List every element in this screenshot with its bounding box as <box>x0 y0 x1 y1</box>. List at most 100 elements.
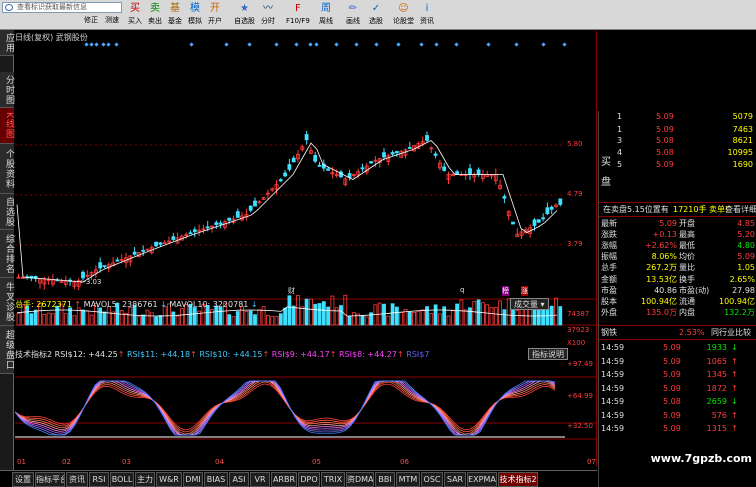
buy-side-label: 买 <box>601 157 611 168</box>
toolbar-button-9[interactable]: F F10/F9 <box>286 1 310 29</box>
volume-bar <box>360 315 365 326</box>
indicator-tab-11[interactable]: ARBR <box>271 472 297 487</box>
left-tab-bar: 应用分时图 K线图 个股资料 自选股 综合排名 牛叉诊股 超级盘口 <box>0 30 14 470</box>
toolbar-button-2[interactable]: 买买入 <box>128 1 142 29</box>
sub-axis-label: 37923 <box>567 326 590 334</box>
toolbar-button-5[interactable]: 模模拟 <box>188 1 202 29</box>
quote-row: 1 5.09 5079 <box>601 111 756 122</box>
indicator-tab-12[interactable]: DPO <box>298 472 320 487</box>
indicator-tab-10[interactable]: VR <box>250 472 270 487</box>
event-diamond <box>419 42 424 47</box>
toolbar-button-7[interactable]: ★ 自选股 <box>234 1 255 29</box>
toolbar-button-8[interactable]: 〰分时 <box>261 1 275 29</box>
book-price: 5.09 <box>656 125 674 134</box>
book-level: 4 <box>617 148 623 157</box>
toolbar-button-6[interactable]: 开开户 <box>208 1 222 29</box>
industry-pct: 2.53% <box>679 328 705 337</box>
volume-bar <box>308 298 313 326</box>
quote-label: 换手 <box>679 274 695 284</box>
kline-chart[interactable] <box>15 31 597 461</box>
toolbar-button-12[interactable]: ✓ 选股 <box>369 1 383 29</box>
candle-body <box>98 262 103 269</box>
volume-button[interactable]: 成交量 ▾ <box>510 298 549 310</box>
indicator-tab-13[interactable]: TRIX <box>321 472 345 487</box>
quote-value: 8.06% <box>651 252 677 262</box>
tick-price: 5.09 <box>663 383 681 393</box>
event-diamond <box>434 42 439 47</box>
volume-bar <box>519 308 524 326</box>
left-tab-6[interactable]: 牛叉诊股 <box>0 278 14 326</box>
indicator-tab-4[interactable]: BOLL <box>110 472 134 487</box>
toolbar-button-10[interactable]: 周周线 <box>319 1 333 29</box>
event-marker[interactable]: 财 <box>288 286 295 296</box>
indicator-tab-18[interactable]: SAR <box>444 472 466 487</box>
left-tab-0[interactable]: 应用 <box>0 30 14 56</box>
indicator-tab-3[interactable]: RSI <box>89 472 109 487</box>
candle-body <box>532 219 537 226</box>
toolbar-button-13[interactable]: ☺ 论股堂 <box>393 1 414 29</box>
divider <box>599 202 756 203</box>
indicator-tab-2[interactable]: 资讯 <box>66 472 88 487</box>
toolbar-button-11[interactable]: ✏ 画线 <box>346 1 360 29</box>
indicator-tab-19[interactable]: EXPMA <box>467 472 497 487</box>
quote-row: 振幅 8.06% 均价 5.09 <box>601 251 756 262</box>
quote-label: 市盈(动) <box>679 285 710 295</box>
indicator-tab-5[interactable]: 主力 <box>135 472 155 487</box>
volume-total-label: 总手: 2672371 <box>15 300 72 309</box>
left-tab-1[interactable]: 分时图 <box>0 72 14 108</box>
volume-bar <box>210 308 214 326</box>
indicator-tab-1[interactable]: 指标平台 <box>35 472 65 487</box>
quote-panel: 1 5.09 5079 1 5.09 7463 3 5.08 8621 4 5.08 10995 5 5.… <box>598 111 756 487</box>
industry-compare-link[interactable]: 同行业比较 <box>711 327 751 338</box>
quote-row: 市盈 40.86 市盈(动) 27.98 <box>601 285 756 296</box>
toolbar: 查看标识获取最新信息 ✎修正⏱测速买买入卖卖出基基金模模拟开开户★自选股〰分时F… <box>0 0 756 30</box>
indicator-tab-16[interactable]: MTM <box>396 472 420 487</box>
left-tab-7[interactable]: 超级盘口 <box>0 326 14 374</box>
quote-label: 金额 <box>601 274 617 284</box>
left-tab-5[interactable]: 综合排名 <box>0 230 14 278</box>
indicator-tab-9[interactable]: ASI <box>229 472 249 487</box>
tick-volume: 2659 <box>706 397 727 406</box>
indicator-tab-15[interactable]: BBI <box>375 472 395 487</box>
event-diamond <box>274 42 279 47</box>
toolbar-button-label: F10/F9 <box>286 17 310 25</box>
candle-body <box>188 232 193 235</box>
toolbar-button-14[interactable]: i 资讯 <box>420 1 434 29</box>
toolbar-button-3[interactable]: 卖卖出 <box>148 1 162 29</box>
draw-icon: ✏ <box>348 3 358 14</box>
toolbar-button-4[interactable]: 基基金 <box>168 1 182 29</box>
volume-bar <box>343 294 348 326</box>
candle-body <box>455 171 460 175</box>
volume-bar <box>446 315 451 326</box>
indicator-help-button[interactable]: 指标说明 <box>528 348 568 360</box>
left-tab-4[interactable]: 自选股 <box>0 194 14 230</box>
event-diamond <box>84 42 89 47</box>
candle-body <box>132 251 137 255</box>
date-tick-label: 03 <box>122 458 131 466</box>
book-volume: 7463 <box>732 125 753 134</box>
indicator-tab-17[interactable]: OSC <box>421 472 443 487</box>
quote-value: +2.62% <box>644 241 677 251</box>
big-order-alert[interactable]: 在卖盘5.15位置有 17210手 卖单! 查看详细 <box>601 204 756 215</box>
indicator-tab-8[interactable]: BIAS <box>204 472 228 487</box>
mavol5-label: MAVOL5: 2386761 <box>83 300 158 309</box>
indicator-tab-0[interactable]: 设置 <box>12 472 34 487</box>
left-tab-2[interactable]: K线图 <box>0 108 14 144</box>
tick-row: 14:59 5.09 1345 ↑ <box>601 369 756 380</box>
search-input[interactable]: 查看标识获取最新信息 <box>2 2 122 13</box>
event-marker[interactable]: q <box>460 286 464 294</box>
low-price-label: ←3.03 <box>80 278 102 286</box>
indicator-tab-7[interactable]: DMI <box>183 472 203 487</box>
search-placeholder: 查看标识获取最新信息 <box>17 3 87 11</box>
indicator-tab-14[interactable]: 资DMA <box>346 472 374 487</box>
toolbar-button-label: 卖出 <box>148 17 162 25</box>
left-tab-3[interactable]: 个股资料 <box>0 144 14 194</box>
indicator-tab-6[interactable]: W&R <box>156 472 182 487</box>
indicator-tab-20[interactable]: 技术指标2 <box>498 472 538 487</box>
event-marker[interactable]: 榜 <box>502 286 509 296</box>
tick-direction: ↑ <box>731 424 738 433</box>
indicator-tab-bar: 设置 指标平台 资讯 RSI BOLL 主力 W&R DMI BIAS ASI VR ARBR DPO T… <box>0 470 597 487</box>
divider <box>599 216 756 217</box>
event-marker[interactable]: 涨 <box>521 286 528 296</box>
candle-body <box>549 206 554 210</box>
